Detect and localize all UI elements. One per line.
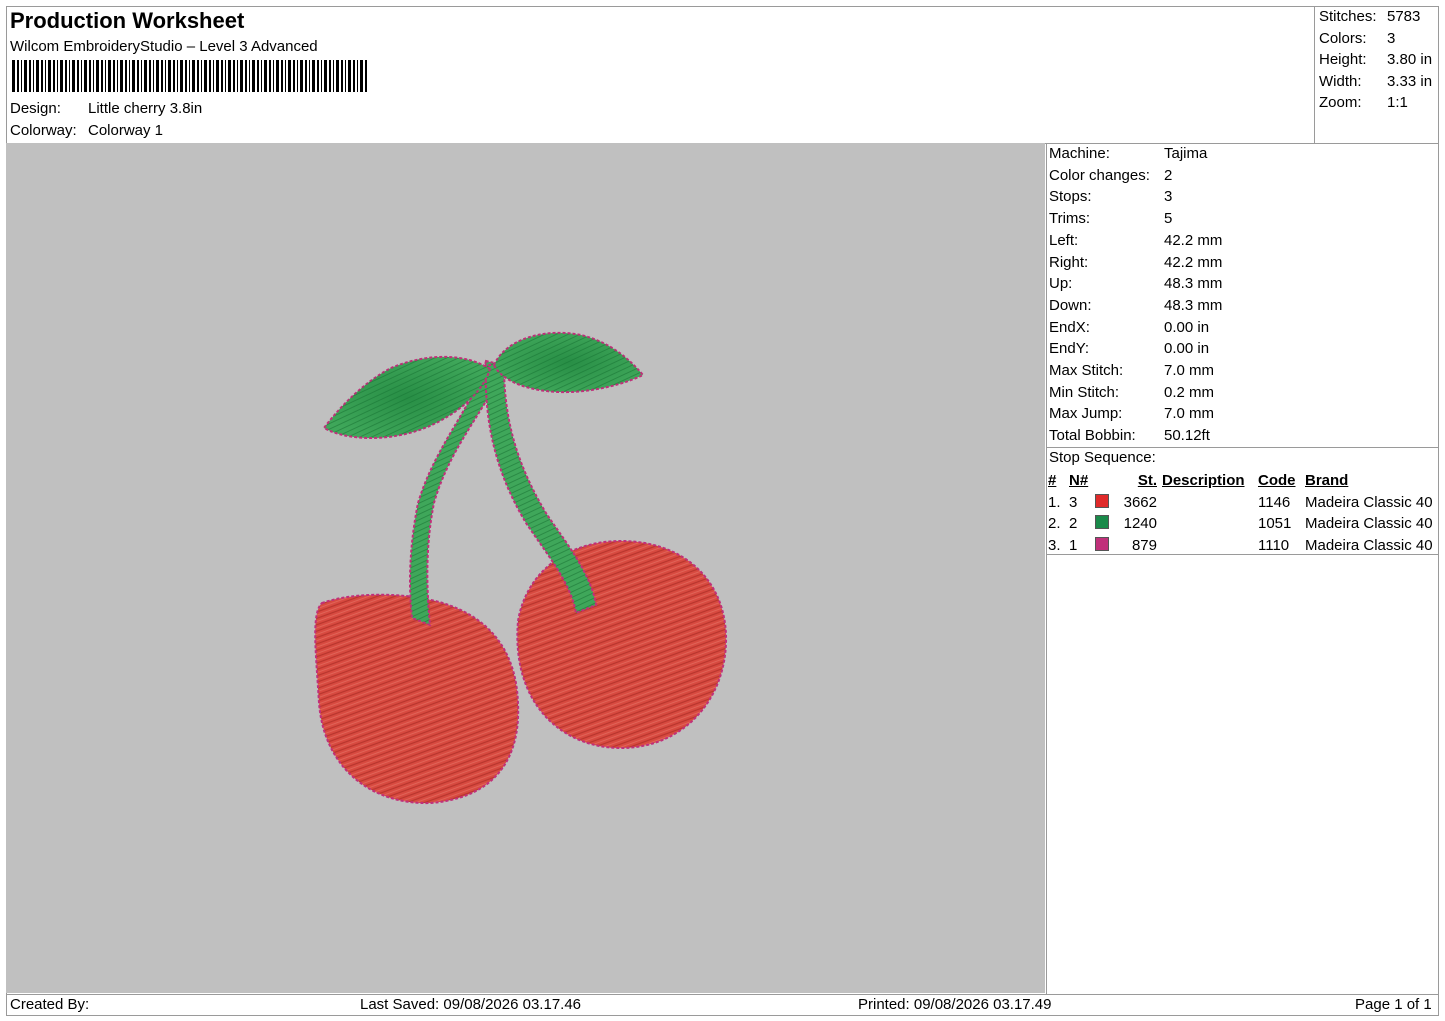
machine-info-label: Left: xyxy=(1049,231,1079,249)
thread-color-swatch xyxy=(1095,537,1109,552)
summary-value-height: 3.80 in xyxy=(1387,51,1433,69)
stop-needle: 3 xyxy=(1069,493,1078,511)
summary-label-height: Height: xyxy=(1319,51,1367,69)
machine-info-panel xyxy=(1046,143,1439,448)
machine-info-label: Up: xyxy=(1049,275,1073,293)
stop-sequence-table: # N# St. Description Code Brand 1. 3 3662 1… xyxy=(1048,470,1433,556)
notes-panel xyxy=(1046,554,1439,995)
machine-info-value: 5 xyxy=(1164,210,1173,228)
stop-table-header: # N# St. Description Code Brand xyxy=(1048,470,1433,492)
summary-value-colors: 3 xyxy=(1387,29,1396,47)
machine-info-value: 2 xyxy=(1164,166,1173,184)
page-title: Production Worksheet xyxy=(10,8,245,33)
machine-info-value: 42.2 mm xyxy=(1164,231,1223,249)
color-swatch xyxy=(1095,492,1123,514)
machine-info-value: 0.00 in xyxy=(1164,340,1210,358)
left-cherry xyxy=(314,593,520,805)
footer-bar xyxy=(6,994,1439,1016)
machine-info-label: Max Stitch: xyxy=(1049,362,1124,379)
colorway-label: Colorway: xyxy=(10,122,77,139)
col-code: Code xyxy=(1258,472,1296,490)
stop-description xyxy=(1157,513,1258,535)
colorway-value: Colorway 1 xyxy=(88,122,164,139)
col-description: Description xyxy=(1162,472,1245,490)
machine-info-label: Down: xyxy=(1049,296,1092,314)
design-value: Little cherry 3.8in xyxy=(88,100,203,117)
machine-info-value: 50.12ft xyxy=(1164,427,1210,445)
stop-index: 1. xyxy=(1048,493,1061,511)
col-index: # xyxy=(1048,472,1057,490)
col-swatch xyxy=(1095,470,1123,492)
stop-description xyxy=(1157,492,1258,514)
col-brand: Brand xyxy=(1305,472,1349,490)
machine-info-label: Min Stitch: xyxy=(1049,383,1120,401)
summary-label-zoom: Zoom: xyxy=(1319,94,1362,112)
machine-info-value: 48.3 mm xyxy=(1164,296,1223,314)
thread-color-swatch xyxy=(1095,493,1109,508)
created-by: Created By: xyxy=(10,996,90,1013)
machine-info-label: Right: xyxy=(1049,253,1089,271)
machine-info-label: Max Jump: xyxy=(1049,405,1123,423)
summary-value-stitches: 5783 xyxy=(1387,8,1421,25)
right-cherry xyxy=(516,539,728,750)
thread-color-swatch xyxy=(1095,515,1109,530)
col-stitches: St. xyxy=(1137,472,1157,490)
software-name: Wilcom EmbroideryStudio – Level 3 Advanc… xyxy=(10,38,318,55)
machine-info-label: EndX: xyxy=(1049,318,1090,336)
summary-label: Stitches: xyxy=(1319,8,1377,25)
barcode xyxy=(12,60,367,92)
design-label: Design: xyxy=(10,100,61,117)
machine-info-label: EndY: xyxy=(1049,340,1090,358)
last-saved: Last Saved: 09/08/2026 03.17.46 xyxy=(360,996,582,1013)
machine-info-value: 42.2 mm xyxy=(1164,253,1223,271)
machine-info-value: 48.3 mm xyxy=(1164,275,1223,293)
color-swatch xyxy=(1095,513,1123,535)
summary-value-width: 3.33 in xyxy=(1387,72,1433,90)
stop-row: 2. 2 1240 1051 Madeira Classic 40 xyxy=(1048,513,1433,535)
stop-brand: Madeira Classic 40 xyxy=(1305,515,1433,533)
col-needle: N# xyxy=(1069,472,1089,490)
machine-info-value: 7.0 mm xyxy=(1164,362,1215,379)
summary-value-zoom: 1:1 xyxy=(1387,94,1408,112)
stop-sequence-heading: Stop Sequence: xyxy=(1049,449,1156,466)
stop-stitches: 3662 xyxy=(1123,493,1157,511)
stop-index: 2. xyxy=(1048,515,1061,533)
summary-label-colors: Colors: xyxy=(1319,29,1367,47)
summary-label-width: Width: xyxy=(1319,72,1362,90)
machine-info-label: Stops: xyxy=(1049,188,1092,206)
machine-info-label: Color changes: xyxy=(1049,166,1150,184)
page-number: Page 1 of 1 xyxy=(1355,996,1432,1013)
stop-brand: Madeira Classic 40 xyxy=(1305,493,1433,511)
stop-stitches: 1240 xyxy=(1123,515,1157,533)
machine-info-label: Machine: xyxy=(1049,145,1110,162)
machine-info-value: Tajima xyxy=(1164,145,1208,162)
summary-row-stitches: Stitches: xyxy=(1319,8,1377,26)
machine-info-value: 7.0 mm xyxy=(1164,405,1215,423)
stop-code: 1146 xyxy=(1258,493,1291,511)
stop-needle: 2 xyxy=(1069,515,1078,533)
machine-info-value: 0.00 in xyxy=(1164,318,1210,336)
stop-code: 1051 xyxy=(1258,515,1292,533)
machine-info-label: Trims: xyxy=(1049,210,1091,228)
machine-info-value: 0.2 mm xyxy=(1164,383,1215,401)
machine-info-label: Total Bobbin: xyxy=(1049,427,1136,445)
stop-table-body: 1. 3 3662 1146 Madeira Classic 40 2. 2 1240 1051… xyxy=(1048,492,1433,557)
printed-date: Printed: 09/08/2026 03.17.49 xyxy=(858,996,1052,1013)
cherry-design xyxy=(314,331,728,805)
stop-row: 1. 3 3662 1146 Madeira Classic 40 xyxy=(1048,492,1433,514)
machine-info-value: 3 xyxy=(1164,188,1173,206)
design-preview xyxy=(6,143,1045,993)
